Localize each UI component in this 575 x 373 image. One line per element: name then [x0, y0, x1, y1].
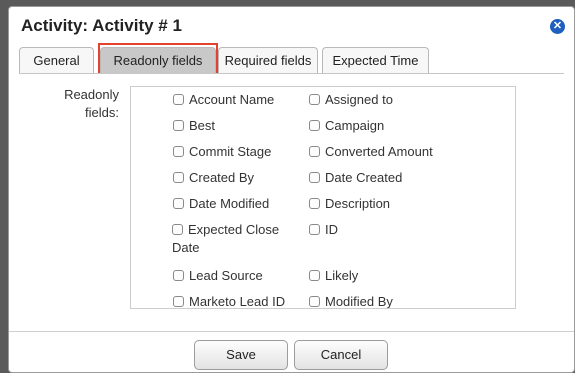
close-icon[interactable]: ✕ — [550, 19, 565, 34]
readonly-field-label: Best — [189, 118, 216, 133]
readonly-field-label: Lead Source — [189, 268, 263, 283]
readonly-field-label: Expected Close Date — [172, 222, 280, 255]
readonly-field-label: Likely — [325, 268, 359, 283]
readonly-field-label: Assigned to — [325, 92, 393, 107]
tab-expected-time[interactable]: Expected Time — [322, 47, 429, 73]
readonly-field-label: Converted Amount — [325, 144, 433, 159]
readonly-fields-label: Readonly fields: — [64, 87, 119, 120]
save-button[interactable]: Save — [194, 340, 288, 370]
readonly-field-label: Modified By — [325, 294, 393, 309]
readonly-field-checkbox[interactable]: Likely — [309, 267, 358, 285]
readonly-field-checkbox[interactable]: Commit Stage — [173, 143, 271, 161]
tab-required-fields[interactable]: Required fields — [218, 47, 318, 73]
readonly-field-label: Date Created — [325, 170, 403, 185]
tab-bar: General Readonly fields Required fields … — [19, 43, 566, 77]
checkbox-icon[interactable] — [309, 296, 320, 307]
readonly-field-checkbox[interactable]: Best — [173, 117, 215, 135]
readonly-field-checkbox[interactable]: Description — [309, 195, 390, 213]
readonly-field-checkbox[interactable]: Created By — [173, 169, 254, 187]
checkbox-icon[interactable] — [309, 120, 320, 131]
readonly-field-checkbox[interactable]: Assigned to — [309, 91, 393, 109]
readonly-field-checkbox[interactable]: Marketo Lead ID — [173, 293, 286, 309]
readonly-field-checkbox[interactable]: Date Modified — [173, 195, 269, 213]
readonly-field-label: Account Name — [189, 92, 275, 107]
readonly-field-label: Description — [325, 196, 391, 211]
checkbox-icon[interactable] — [173, 270, 184, 281]
checkbox-icon[interactable] — [309, 198, 320, 209]
readonly-fields-list[interactable]: Account Name Best Commit Stage Created By Da… — [130, 86, 516, 309]
readonly-fields-panel: Readonly fields: Account Name Best Commit … — [19, 73, 564, 332]
checkbox-icon[interactable] — [173, 172, 184, 183]
readonly-field-checkbox[interactable]: ID — [309, 221, 338, 239]
readonly-field-label: Campaign — [325, 118, 385, 133]
readonly-field-label: Marketo Lead ID — [189, 294, 286, 309]
cancel-button[interactable]: Cancel — [294, 340, 388, 370]
readonly-field-checkbox[interactable]: Converted Amount — [309, 143, 433, 161]
readonly-field-checkbox[interactable]: Campaign — [309, 117, 384, 135]
checkbox-icon[interactable] — [309, 172, 320, 183]
readonly-field-label: ID — [325, 222, 338, 237]
checkbox-icon[interactable] — [309, 270, 320, 281]
readonly-field-label: Created By — [189, 170, 255, 185]
checkbox-icon[interactable] — [309, 94, 320, 105]
checkbox-icon[interactable] — [173, 94, 184, 105]
checkbox-icon[interactable] — [172, 224, 183, 235]
readonly-field-checkbox[interactable]: Account Name — [173, 91, 274, 109]
readonly-field-checkbox[interactable]: Date Created — [309, 169, 402, 187]
checkbox-icon[interactable] — [173, 296, 184, 307]
readonly-field-label: Date Modified — [189, 196, 270, 211]
tab-general[interactable]: General — [19, 47, 94, 73]
dialog-title: Activity: Activity # 1 — [21, 16, 182, 35]
checkbox-icon[interactable] — [173, 198, 184, 209]
checkbox-icon[interactable] — [309, 224, 320, 235]
checkbox-icon[interactable] — [309, 146, 320, 157]
readonly-field-checkbox[interactable]: Lead Source — [173, 267, 263, 285]
checkbox-icon[interactable] — [173, 120, 184, 131]
readonly-field-checkbox[interactable]: Expected Close Date — [172, 221, 282, 257]
dialog-title-bar: Activity: Activity # 1 ✕ — [9, 7, 574, 47]
checkbox-icon[interactable] — [173, 146, 184, 157]
readonly-field-label: Commit Stage — [189, 144, 272, 159]
footer-divider — [9, 331, 574, 332]
tab-readonly-fields[interactable]: Readonly fields — [100, 47, 216, 73]
readonly-field-checkbox[interactable]: Modified By — [309, 293, 393, 309]
activity-dialog: Activity: Activity # 1 ✕ General Readonl… — [8, 6, 575, 373]
